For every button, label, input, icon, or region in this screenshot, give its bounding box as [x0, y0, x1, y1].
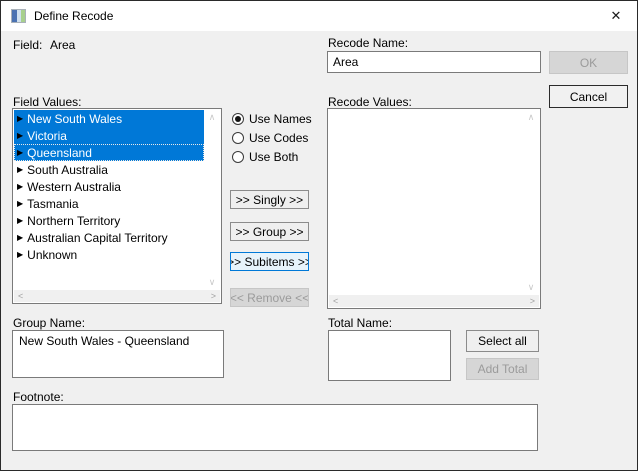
app-icon [11, 9, 26, 23]
list-item-label: Queensland [27, 146, 92, 160]
list-item[interactable]: ▶ Northern Territory [14, 212, 204, 229]
singly-button[interactable]: >> Singly >> [230, 190, 309, 209]
field-label: Field: [13, 38, 42, 52]
scroll-left-icon[interactable]: < [333, 296, 338, 306]
list-item-label: Tasmania [27, 197, 78, 211]
title-bar[interactable]: Define Recode ✕ [1, 1, 637, 31]
field-values-listbox[interactable]: ▶ New South Wales ▶ Victoria ▶ Queensland ▶… [12, 108, 222, 304]
list-item[interactable]: ▶ Queensland [14, 144, 204, 161]
list-item-label: Northern Territory [27, 214, 120, 228]
total-name-label: Total Name: [328, 316, 392, 330]
cancel-button[interactable]: Cancel [549, 85, 628, 108]
remove-button[interactable]: << Remove << [230, 288, 309, 307]
list-item[interactable]: ▶ Western Australia [14, 178, 204, 195]
scroll-up-icon[interactable]: ∧ [209, 112, 216, 123]
radio-use-both[interactable]: Use Both [232, 147, 298, 166]
subitems-button[interactable]: >> Subitems >> [230, 252, 309, 271]
triangle-icon: ▶ [17, 217, 23, 225]
close-icon[interactable]: ✕ [595, 1, 637, 31]
scroll-right-icon[interactable]: > [530, 296, 535, 306]
radio-label: Use Both [249, 150, 298, 164]
group-button[interactable]: >> Group >> [230, 222, 309, 241]
field-values-items: ▶ New South Wales ▶ Victoria ▶ Queensland ▶… [14, 110, 204, 290]
scroll-right-icon[interactable]: > [211, 291, 216, 301]
group-name-input[interactable]: New South Wales - Queensland [12, 330, 224, 378]
triangle-icon: ▶ [17, 251, 23, 259]
select-all-button[interactable]: Select all [466, 330, 539, 352]
list-item[interactable]: ▶ New South Wales [14, 110, 204, 127]
total-name-input[interactable] [328, 330, 451, 381]
radio-icon [232, 151, 244, 163]
recode-name-input[interactable] [327, 51, 541, 73]
scroll-left-icon[interactable]: < [18, 291, 23, 301]
list-item-label: Australian Capital Territory [27, 231, 168, 245]
triangle-icon: ▶ [17, 132, 23, 140]
radio-label: Use Names [249, 112, 312, 126]
footnote-label: Footnote: [13, 390, 64, 404]
triangle-icon: ▶ [17, 234, 23, 242]
field-values-label: Field Values: [13, 95, 81, 109]
list-item-label: Unknown [27, 248, 77, 262]
list-item-label: South Australia [27, 163, 108, 177]
list-item-label: Victoria [27, 129, 67, 143]
recode-values-items [329, 110, 523, 295]
triangle-icon: ▶ [17, 166, 23, 174]
radio-use-codes[interactable]: Use Codes [232, 128, 308, 147]
list-item[interactable]: ▶ Tasmania [14, 195, 204, 212]
group-name-value: New South Wales - Queensland [19, 334, 189, 348]
radio-use-names[interactable]: Use Names [232, 109, 312, 128]
list-item[interactable]: ▶ Unknown [14, 246, 204, 263]
footnote-input[interactable] [12, 404, 538, 451]
add-total-button[interactable]: Add Total [466, 358, 539, 380]
list-item-label: New South Wales [27, 112, 122, 126]
recode-name-label: Recode Name: [328, 36, 408, 50]
triangle-icon: ▶ [17, 183, 23, 191]
scroll-down-icon[interactable]: ∨ [209, 277, 216, 288]
window-title: Define Recode [34, 9, 113, 23]
list-item-label: Western Australia [27, 180, 121, 194]
define-recode-dialog: Define Recode ✕ Field: Area Recode Name:… [0, 0, 638, 471]
radio-icon [232, 113, 244, 125]
triangle-icon: ▶ [17, 115, 23, 123]
list-item[interactable]: ▶ South Australia [14, 161, 204, 178]
scroll-up-icon[interactable]: ∧ [528, 112, 535, 123]
ok-button[interactable]: OK [549, 51, 628, 74]
list-item[interactable]: ▶ Victoria [14, 127, 204, 144]
triangle-icon: ▶ [17, 200, 23, 208]
horizontal-scrollbar[interactable]: < > [14, 290, 220, 302]
field-value: Area [50, 38, 75, 52]
scroll-down-icon[interactable]: ∨ [528, 282, 535, 293]
vertical-scrollbar[interactable]: ∧ ∨ [523, 110, 539, 295]
horizontal-scrollbar[interactable]: < > [329, 295, 539, 307]
group-name-label: Group Name: [13, 316, 85, 330]
radio-icon [232, 132, 244, 144]
triangle-icon: ▶ [17, 149, 23, 157]
vertical-scrollbar[interactable]: ∧ ∨ [204, 110, 220, 290]
recode-values-listbox[interactable]: ∧ ∨ < > [327, 108, 541, 309]
recode-values-label: Recode Values: [328, 95, 412, 109]
list-item[interactable]: ▶ Australian Capital Territory [14, 229, 204, 246]
radio-label: Use Codes [249, 131, 308, 145]
